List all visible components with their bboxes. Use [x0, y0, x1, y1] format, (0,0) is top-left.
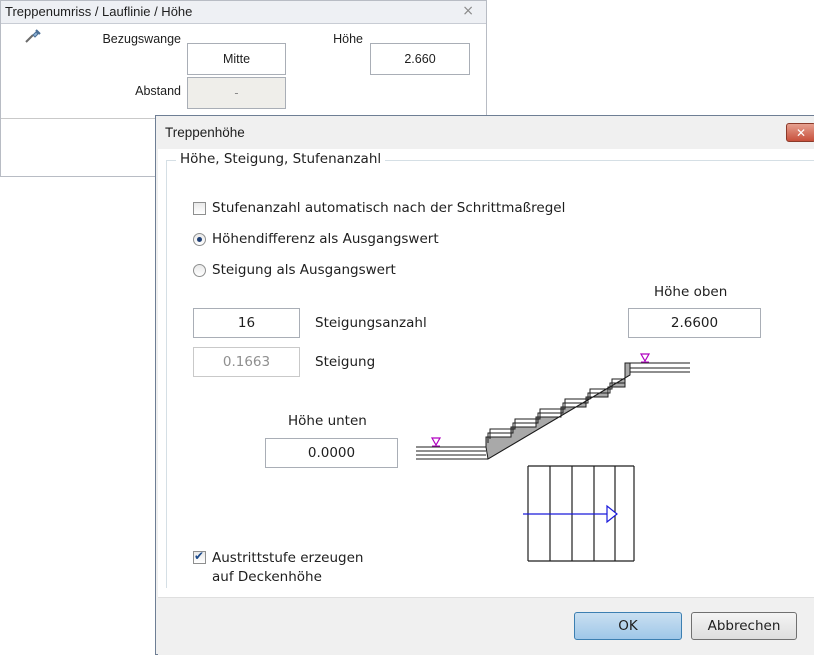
ok-button[interactable]: OK — [574, 612, 682, 640]
dialog-footer: OK Abbrechen — [158, 597, 814, 655]
auto-step-count-option[interactable]: Stufenanzahl automatisch nach der Schrit… — [193, 200, 565, 216]
rise-input: 0.1663 — [193, 347, 300, 377]
palette-titlebar[interactable]: Treppenumriss / Lauflinie / Höhe × — [1, 1, 486, 24]
palette-title: Treppenumriss / Lauflinie / Höhe — [5, 4, 193, 19]
rise-label: Steigung als Ausgangswert — [212, 262, 396, 278]
riser-count-input[interactable]: 16 — [193, 308, 300, 338]
treppenhoehe-dialog: Treppenhöhe ✕ Höhe, Steigung, Stufenanza… — [155, 115, 814, 655]
bottom-height-label: Höhe unten — [288, 413, 367, 429]
exit-step-option[interactable]: Austrittstufe erzeugen auf Deckenhöhe — [193, 549, 363, 587]
exit-step-label-line2: auf Deckenhöhe — [212, 569, 322, 585]
height-diff-label: Höhendifferenz als Ausgangswert — [212, 231, 439, 247]
auto-step-count-label: Stufenanzahl automatisch nach der Schrit… — [212, 200, 566, 216]
rise-value-label: Steigung — [315, 354, 376, 370]
close-icon[interactable]: × — [462, 3, 474, 19]
hoehe-field[interactable]: 2.660 — [370, 43, 470, 75]
abstand-field: - — [187, 77, 286, 109]
hoehe-label: Höhe — [333, 32, 363, 46]
height-diff-radio[interactable] — [193, 232, 206, 246]
exit-step-checkbox[interactable] — [193, 549, 206, 564]
stair-plan-diagram — [523, 465, 635, 562]
cancel-button[interactable]: Abbrechen — [691, 612, 797, 640]
dialog-titlebar[interactable]: Treppenhöhe ✕ — [156, 116, 814, 149]
stair-section-diagram — [416, 353, 690, 460]
rise-radio[interactable] — [193, 263, 206, 277]
close-button[interactable]: ✕ — [786, 123, 814, 142]
riser-count-label: Steigungsanzahl — [315, 315, 427, 331]
abstand-label: Abstand — [135, 84, 181, 98]
groupbox-border — [166, 160, 167, 588]
bottom-height-input[interactable]: 0.0000 — [265, 438, 398, 468]
top-height-input[interactable]: 2.6600 — [628, 308, 761, 338]
top-height-label: Höhe oben — [654, 284, 728, 300]
pipette-icon[interactable] — [23, 27, 41, 45]
bezugswange-label: Bezugswange — [102, 32, 181, 46]
auto-step-count-checkbox[interactable] — [193, 201, 206, 215]
exit-step-label-line1: Austrittstufe erzeugen — [212, 550, 364, 566]
bezugswange-field[interactable]: Mitte — [187, 43, 286, 75]
height-diff-option[interactable]: Höhendifferenz als Ausgangswert — [193, 231, 439, 247]
exit-step-text: Austrittstufe erzeugen auf Deckenhöhe — [212, 549, 363, 587]
groupbox-title: Höhe, Steigung, Stufenanzahl — [176, 151, 386, 167]
rise-option[interactable]: Steigung als Ausgangswert — [193, 262, 396, 278]
dialog-title: Treppenhöhe — [165, 125, 245, 140]
dialog-body: Höhe, Steigung, Stufenanzahl Stufenanzah… — [158, 149, 814, 597]
